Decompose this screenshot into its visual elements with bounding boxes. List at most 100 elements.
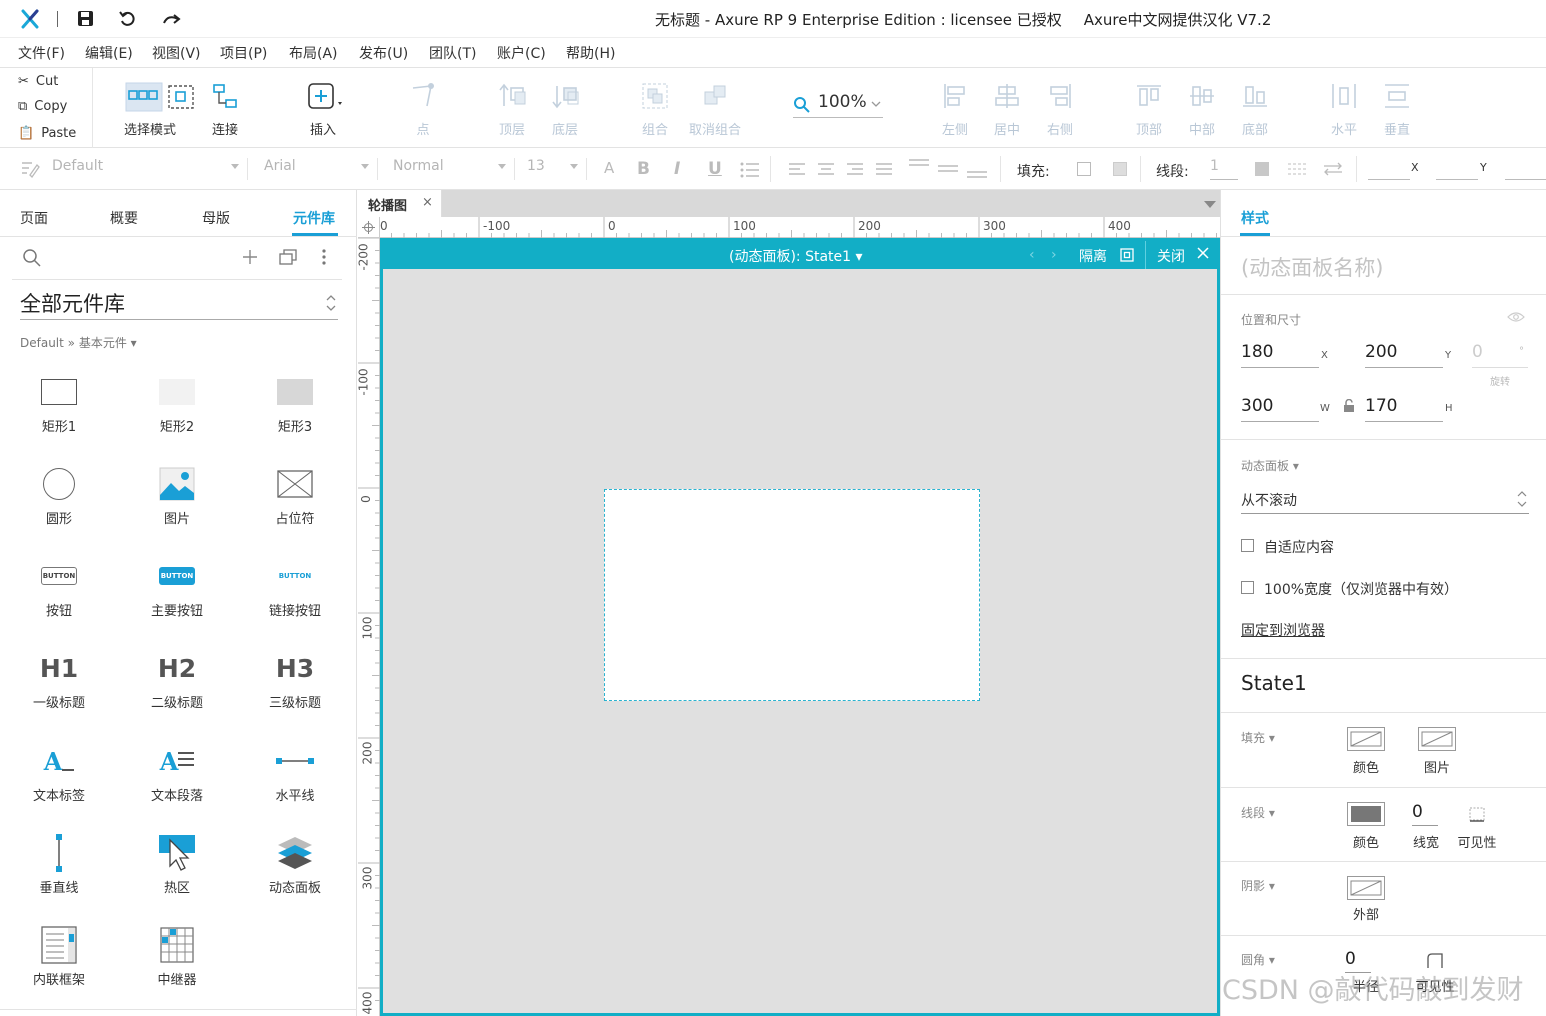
text-align-left-icon[interactable] xyxy=(788,162,806,176)
y-input[interactable] xyxy=(1436,158,1478,180)
style-edit-icon[interactable] xyxy=(20,160,40,178)
align-right-button[interactable]: 右侧 xyxy=(1033,68,1087,148)
widget-circle[interactable]: 圆形 xyxy=(0,456,118,548)
widget-placeholder[interactable]: 占位符 xyxy=(236,456,354,548)
next-state-icon[interactable]: › xyxy=(1051,247,1057,263)
align-top-button[interactable]: 顶部 xyxy=(1122,68,1176,148)
distribute-vertical-button[interactable]: 垂直 xyxy=(1370,68,1424,148)
fit-screen-icon[interactable] xyxy=(1120,248,1134,262)
corner-visibility-icon[interactable] xyxy=(1427,953,1443,969)
fill-color-swatch[interactable] xyxy=(1347,727,1385,751)
bring-to-top-button[interactable]: 顶层 xyxy=(485,68,539,148)
widget-text-label[interactable]: A 文本标签 xyxy=(0,733,118,825)
italic-icon[interactable]: I xyxy=(674,159,680,179)
font-select[interactable]: Arial xyxy=(264,158,378,180)
send-to-bottom-button[interactable]: 底层 xyxy=(538,68,592,148)
align-center-button[interactable]: 居中 xyxy=(980,68,1034,148)
more-options-icon[interactable] xyxy=(321,249,327,265)
widget-dynamic-panel[interactable]: 动态面板 xyxy=(236,825,354,917)
dynamic-panel-section-toggle[interactable]: 动态面板 ▾ xyxy=(1241,457,1299,474)
menu-help[interactable]: 帮助(H) xyxy=(566,43,615,63)
group-button[interactable]: 组合 xyxy=(628,68,682,148)
stroke-visibility-icon[interactable] xyxy=(1469,807,1485,823)
menu-file[interactable]: 文件(F) xyxy=(18,43,65,63)
lock-icon[interactable] xyxy=(1343,399,1355,413)
copy-button[interactable]: ⧉ Copy xyxy=(18,96,67,116)
ruler-corner[interactable] xyxy=(358,217,380,238)
text-align-right-icon[interactable] xyxy=(846,162,864,176)
tab-pages[interactable]: 页面 xyxy=(20,208,48,228)
state-name[interactable]: State1 xyxy=(1241,671,1307,695)
align-bottom-button[interactable]: 底部 xyxy=(1228,68,1282,148)
widget-heading-2[interactable]: H2 二级标题 xyxy=(118,640,236,732)
font-color-icon[interactable]: A xyxy=(604,159,614,177)
menu-edit[interactable]: 编辑(E) xyxy=(85,43,133,63)
point-button[interactable]: 点 xyxy=(395,68,451,148)
connect-button[interactable]: 连接 xyxy=(195,68,255,148)
widget-primary-button[interactable]: BUTTON 主要按钮 xyxy=(118,548,236,640)
isolate-button[interactable]: 隔离 xyxy=(1079,246,1107,266)
panel-name-input[interactable]: (动态面板名称) xyxy=(1241,252,1383,282)
cut-button[interactable]: ✂ Cut xyxy=(18,71,58,91)
width-input[interactable]: 300 xyxy=(1241,396,1319,422)
x-input[interactable]: 180 xyxy=(1241,342,1319,368)
widget-rectangle-2[interactable]: 矩形2 xyxy=(118,364,236,456)
shadow-section-toggle[interactable]: 阴影 ▾ xyxy=(1241,877,1275,894)
menu-publish[interactable]: 发布(U) xyxy=(359,43,408,63)
tab-carousel[interactable]: 轮播图 × xyxy=(358,190,442,217)
distribute-horizontal-button[interactable]: 水平 xyxy=(1317,68,1371,148)
stroke-pattern-icon[interactable] xyxy=(1287,162,1307,176)
valign-top-icon[interactable] xyxy=(908,158,930,178)
pin-to-browser-link[interactable]: 固定到浏览器 xyxy=(1241,620,1325,640)
menu-view[interactable]: 视图(V) xyxy=(152,43,201,63)
library-breadcrumb[interactable]: Default » 基本元件 ▾ xyxy=(20,334,137,351)
y-input[interactable]: 200 xyxy=(1365,342,1443,368)
menu-team[interactable]: 团队(T) xyxy=(429,43,476,63)
widget-vertical-line[interactable]: 垂直线 xyxy=(0,825,118,917)
w-input[interactable] xyxy=(1505,158,1546,180)
tab-style[interactable]: 样式 xyxy=(1241,208,1269,228)
valign-bottom-icon[interactable] xyxy=(966,158,988,180)
fit-content-checkbox[interactable] xyxy=(1241,539,1254,552)
height-input[interactable]: 170 xyxy=(1365,396,1443,422)
stroke-section-toggle[interactable]: 线段 ▾ xyxy=(1241,804,1275,821)
widget-heading-1[interactable]: H1 一级标题 xyxy=(0,640,118,732)
menu-layout[interactable]: 布局(A) xyxy=(289,43,338,63)
paste-button[interactable]: 📋 Paste xyxy=(18,123,76,143)
text-align-center-icon[interactable] xyxy=(817,162,835,176)
panel-state-select[interactable]: (动态面板): State1 ▾ xyxy=(729,246,863,266)
select-mode-button[interactable]: 选择模式 xyxy=(105,68,195,148)
stroke-width-input[interactable]: 0 xyxy=(1412,802,1438,826)
bullet-list-icon[interactable] xyxy=(740,162,760,178)
search-icon[interactable] xyxy=(22,248,42,268)
insert-button[interactable]: 插入 xyxy=(290,68,356,148)
close-icon[interactable] xyxy=(1197,247,1209,259)
undo-icon[interactable] xyxy=(119,10,137,28)
close-tab-icon[interactable]: × xyxy=(422,195,433,210)
menu-account[interactable]: 账户(C) xyxy=(497,43,546,63)
close-panel-button[interactable]: 关闭 xyxy=(1157,246,1185,266)
bold-icon[interactable]: B xyxy=(637,159,650,179)
fill-image-swatch[interactable] xyxy=(1418,727,1456,751)
widget-rectangle-1[interactable]: 矩形1 xyxy=(0,364,118,456)
widget-heading-3[interactable]: H3 三级标题 xyxy=(236,640,354,732)
widget-horizontal-line[interactable]: 水平线 xyxy=(236,733,354,825)
font-size-select[interactable]: 13 xyxy=(527,158,587,180)
widget-rectangle-3[interactable]: 矩形3 xyxy=(236,364,354,456)
style-select[interactable]: Default xyxy=(52,158,248,180)
fill-shadow-swatch[interactable] xyxy=(1113,162,1127,176)
font-weight-select[interactable]: Normal xyxy=(393,158,515,180)
widget-image[interactable]: 图片 xyxy=(118,456,236,548)
widget-text-paragraph[interactable]: A 文本段落 xyxy=(118,733,236,825)
fill-section-toggle[interactable]: 填充 ▾ xyxy=(1241,729,1275,746)
fill-color-swatch[interactable] xyxy=(1077,162,1091,176)
eye-icon[interactable] xyxy=(1507,311,1525,323)
menu-project[interactable]: 项目(P) xyxy=(220,43,267,63)
widget-hotspot[interactable]: 热区 xyxy=(118,825,236,917)
library-select[interactable]: 全部元件库 xyxy=(20,288,338,320)
tab-masters[interactable]: 母版 xyxy=(202,208,230,228)
valign-middle-icon[interactable] xyxy=(937,158,959,178)
stroke-color-swatch[interactable] xyxy=(1255,162,1269,176)
widget-repeater[interactable]: 中继器 xyxy=(118,917,236,1009)
save-icon[interactable] xyxy=(77,10,94,27)
